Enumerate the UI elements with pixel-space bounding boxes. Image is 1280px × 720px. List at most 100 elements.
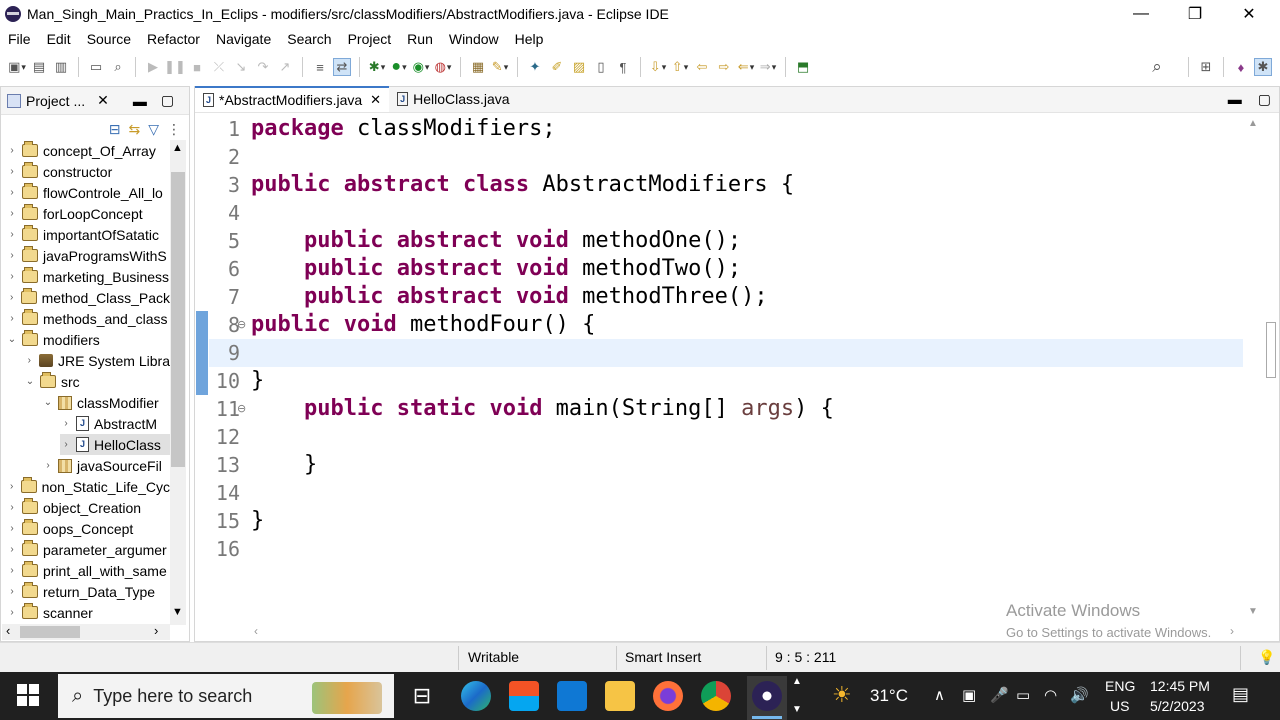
tip-bulb-icon[interactable]: 💡	[1258, 649, 1275, 666]
edge-browser-icon[interactable]	[461, 681, 491, 711]
open-task-icon[interactable]: ▨	[570, 58, 588, 76]
java-perspective-icon[interactable]: ✱	[1254, 58, 1272, 76]
task-view-icon[interactable]: ⊟	[407, 681, 437, 711]
code-line[interactable]: public abstract void methodTwo();	[251, 255, 741, 283]
tree-item[interactable]: › object_Creation	[6, 497, 170, 518]
close-tab-icon[interactable]: ✕	[370, 92, 381, 108]
code-line[interactable]: public void methodFour() {	[251, 311, 595, 339]
previous-annotation-icon[interactable]: ⇧	[671, 58, 689, 76]
menu-refactor[interactable]: Refactor	[139, 31, 208, 47]
firefox-icon[interactable]	[653, 681, 683, 711]
tree-item[interactable]: › method_Class_Pack	[6, 287, 170, 308]
menu-run[interactable]: Run	[399, 31, 441, 47]
explorer-vertical-scroll-thumb[interactable]	[171, 172, 185, 467]
link-with-editor-icon[interactable]: ⇆	[128, 121, 140, 138]
minimize-editor-icon[interactable]: ▬	[1220, 86, 1250, 112]
clock-date[interactable]: 5/2/2023	[1150, 698, 1205, 714]
scroll-up-arrow-icon[interactable]: ▲	[172, 142, 183, 154]
editor-scroll-right-icon[interactable]: ›	[1230, 624, 1234, 638]
collapse-all-icon[interactable]: ⊟	[109, 121, 121, 138]
minimize-view-icon[interactable]: ▬	[133, 93, 147, 109]
collapsed-chevron-icon[interactable]: ›	[24, 355, 35, 366]
file-explorer-icon[interactable]	[605, 681, 635, 711]
tree-item[interactable]: › JRE System Libra	[24, 350, 170, 371]
taskbar-search-box[interactable]: ⌕ Type here to search	[58, 674, 394, 718]
volume-icon[interactable]: 🔊	[1070, 686, 1089, 704]
highlight-icon[interactable]: ✐	[548, 58, 566, 76]
open-perspective-icon[interactable]: ⊞	[1197, 58, 1215, 76]
step-return-icon[interactable]: ↗	[276, 58, 294, 76]
tree-item[interactable]: › oops_Concept	[6, 518, 170, 539]
collapsed-chevron-icon[interactable]: ›	[6, 187, 18, 198]
close-button[interactable]: ✕	[1226, 0, 1272, 28]
tree-item[interactable]: › return_Data_Type	[6, 581, 170, 602]
collapsed-chevron-icon[interactable]: ›	[6, 586, 18, 597]
collapsed-chevron-icon[interactable]: ›	[6, 208, 18, 219]
maximize-editor-icon[interactable]: ▢	[1250, 86, 1279, 112]
explorer-horizontal-scroll-thumb[interactable]	[20, 626, 80, 638]
menu-project[interactable]: Project	[340, 31, 400, 47]
tab-abstract-modifiers[interactable]: J *AbstractModifiers.java ✕	[195, 86, 390, 112]
tree-item[interactable]: › forLoopConcept	[6, 203, 170, 224]
editor-scroll-down-icon[interactable]: ▼	[1248, 606, 1258, 617]
collapsed-chevron-icon[interactable]: ›	[6, 523, 18, 534]
language-indicator[interactable]: ENG	[1105, 678, 1135, 694]
eclipse-taskbar-icon[interactable]	[752, 681, 782, 711]
collapsed-chevron-icon[interactable]: ›	[60, 418, 72, 429]
tree-item[interactable]: › print_all_with_same	[6, 560, 170, 581]
new-icon[interactable]: ▣	[8, 58, 26, 76]
search-icon[interactable]: ⌕	[1148, 57, 1166, 76]
show-whitespace-icon[interactable]: ¶	[614, 58, 632, 76]
collapsed-chevron-icon[interactable]: ›	[6, 607, 18, 618]
region-indicator[interactable]: US	[1110, 698, 1129, 714]
scroll-left-arrow-icon[interactable]: ‹	[6, 623, 10, 638]
expanded-chevron-icon[interactable]: ⌄	[6, 334, 18, 345]
tree-item[interactable]: › flowControle_All_lo	[6, 182, 170, 203]
tab-hello-class[interactable]: J HelloClass.java	[389, 86, 517, 112]
tree-item[interactable]: › javaSourceFil	[42, 455, 170, 476]
suspend-icon[interactable]: ❚❚	[164, 58, 186, 76]
menu-help[interactable]: Help	[507, 31, 552, 47]
back-icon[interactable]: ⇐	[737, 58, 755, 76]
save-icon[interactable]: ▤	[30, 58, 48, 76]
code-line[interactable]: package classModifiers;	[251, 115, 556, 143]
tree-item[interactable]: › scanner	[6, 602, 170, 623]
menu-window[interactable]: Window	[441, 31, 507, 47]
tree-item[interactable]: › J AbstractM	[60, 413, 170, 434]
fold-collapse-icon[interactable]: ⊖	[237, 402, 246, 415]
tree-item[interactable]: ⌄ src	[24, 371, 170, 392]
terminate-icon[interactable]: ■	[188, 58, 206, 76]
code-line[interactable]: }	[251, 451, 317, 479]
view-menu-icon[interactable]: ⋮	[167, 121, 181, 138]
collapsed-chevron-icon[interactable]: ›	[6, 565, 18, 576]
run-icon[interactable]: ●	[390, 58, 408, 76]
save-all-icon[interactable]: ▥	[52, 58, 70, 76]
new-package-icon[interactable]: ▦	[469, 58, 487, 76]
editor-scroll-up-icon[interactable]: ▲	[1248, 118, 1258, 129]
search-task-icon[interactable]: ⌕	[109, 58, 127, 76]
battery-icon[interactable]: ▭	[1016, 686, 1030, 704]
menu-source[interactable]: Source	[79, 31, 139, 47]
weather-sun-icon[interactable]: ☀	[832, 682, 852, 708]
tree-item[interactable]: › constructor	[6, 161, 170, 182]
scroll-down-arrow-icon[interactable]: ▼	[172, 606, 183, 618]
tree-item[interactable]: › non_Static_Life_Cyc	[6, 476, 170, 497]
tree-item[interactable]: › methods_and_class	[6, 308, 170, 329]
code-line[interactable]: public abstract void methodThree();	[251, 283, 768, 311]
code-line[interactable]: }	[251, 367, 264, 395]
tree-item[interactable]: › J HelloClass	[60, 434, 170, 455]
disconnect-icon[interactable]: ⤫	[210, 58, 228, 76]
step-into-icon[interactable]: ↘	[232, 58, 250, 76]
menu-edit[interactable]: Edit	[39, 31, 79, 47]
resume-icon[interactable]: ▶	[144, 58, 162, 76]
next-annotation-icon[interactable]: ⇩	[649, 58, 667, 76]
close-view-icon[interactable]: ✕	[97, 92, 109, 109]
forward-edit-icon[interactable]: ⇨	[715, 58, 733, 76]
maximize-view-icon[interactable]: ▢	[161, 92, 174, 109]
tree-item[interactable]: › concept_Of_Array	[6, 140, 170, 161]
coverage-icon[interactable]: ◉	[412, 58, 430, 76]
overview-ruler-marker[interactable]	[1266, 322, 1276, 378]
taskbar-scroll-down-icon[interactable]: ▼	[792, 704, 802, 715]
tree-item[interactable]: ⌄ modifiers	[6, 329, 170, 350]
tree-item[interactable]: › marketing_Business	[6, 266, 170, 287]
